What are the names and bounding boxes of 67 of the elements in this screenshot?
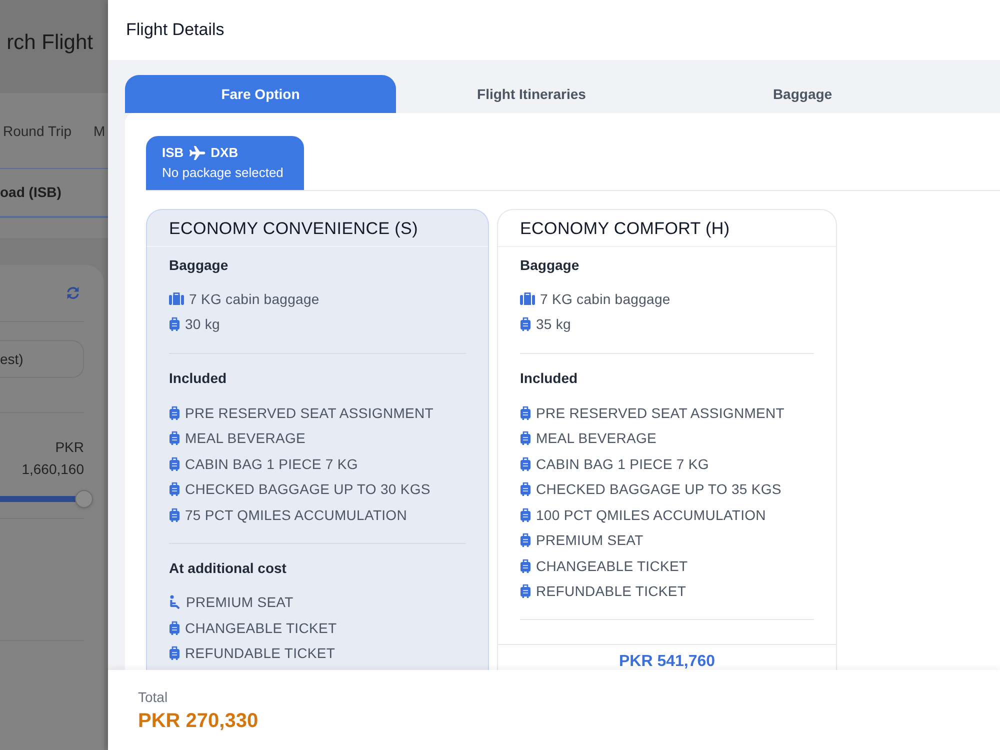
luggage-icon <box>169 646 180 660</box>
fare-feature: 30 kg <box>185 315 220 334</box>
refresh-icon <box>66 286 80 300</box>
luggage-icon <box>520 533 531 548</box>
fare-card[interactable] <box>146 209 489 670</box>
suitcase-icon <box>520 292 535 306</box>
fare-feature: MEAL BEVERAGE <box>185 429 306 448</box>
section-heading: Baggage <box>520 256 580 275</box>
luggage-icon <box>520 482 531 496</box>
fare-feature: PRE RESERVED SEAT ASSIGNMENT <box>536 404 784 422</box>
luggage-icon <box>520 317 531 332</box>
trip-type-tab[interactable]: M <box>93 122 106 140</box>
fare-feature: MEAL BEVERAGE <box>536 429 656 448</box>
section-heading: Baggage <box>169 256 230 275</box>
slider-thumb[interactable] <box>75 490 93 508</box>
fare-feature: 7 KG cabin baggage <box>189 290 320 308</box>
price-value: 1,660,160 <box>20 460 84 479</box>
luggage-icon <box>520 456 531 471</box>
suitcase-icon <box>169 292 184 306</box>
fare-feature: PREMIUM SEAT <box>186 593 294 612</box>
luggage-icon <box>520 431 531 446</box>
section-heading: At additional cost <box>169 558 288 578</box>
fare-feature: REFUNDABLE TICKET <box>536 582 686 600</box>
tab[interactable]: Flight Itineraries <box>396 75 667 113</box>
fare-feature: PRE RESERVED SEAT ASSIGNMENT <box>185 404 434 422</box>
segment-tab[interactable]: ISB DXB No package selected <box>146 136 304 190</box>
airplane-icon <box>188 146 206 160</box>
fare-feature: CHANGEABLE TICKET <box>536 556 688 575</box>
slider-track[interactable] <box>0 490 93 508</box>
tab[interactable]: Baggage <box>667 75 938 113</box>
luggage-icon <box>169 406 180 420</box>
trip-type-tab[interactable]: Round Trip <box>3 122 72 140</box>
fare-name: ECONOMY CONVENIENCE (S) <box>169 219 419 238</box>
luggage-icon <box>169 317 180 332</box>
fare-feature: CABIN BAG 1 PIECE 7 KG <box>536 454 709 473</box>
luggage-icon <box>520 406 531 420</box>
luggage-icon <box>169 508 180 522</box>
fare-feature: CHECKED BAGGAGE UP TO 30 KGS <box>185 480 430 498</box>
luggage-icon <box>520 508 531 522</box>
fare-feature: PREMIUM SEAT <box>536 531 644 550</box>
total-label: Total <box>138 688 168 706</box>
fare-feature: CHECKED BAGGAGE UP TO 35 KGS <box>536 480 782 498</box>
section-heading: Included <box>169 369 228 388</box>
luggage-icon <box>169 620 180 635</box>
fare-feature: REFUNDABLE TICKET <box>185 644 336 662</box>
fare-feature: 7 KG cabin baggage <box>540 290 670 308</box>
fare-feature: CHANGEABLE TICKET <box>185 618 337 637</box>
currency-label: PKR <box>54 438 84 457</box>
fare-price: PKR 541,760 <box>618 654 716 670</box>
page-title: rch Flight <box>6 30 93 56</box>
tab[interactable]: Fare Option <box>125 75 396 113</box>
fare-name: ECONOMY COMFORT (H) <box>520 219 731 238</box>
luggage-icon <box>169 456 180 471</box>
fare-feature: 100 PCT QMILES ACCUMULATION <box>536 506 766 524</box>
fare-feature: 35 kg <box>536 315 571 334</box>
luggage-icon <box>520 584 531 598</box>
luggage-icon <box>169 431 180 446</box>
fare-feature: 75 PCT QMILES ACCUMULATION <box>185 506 407 524</box>
section-heading: Included <box>520 369 579 388</box>
fare-feature: CABIN BAG 1 PIECE 7 KG <box>185 454 358 473</box>
fare-card[interactable] <box>497 209 837 670</box>
total-amount: PKR 270,330 <box>138 709 258 733</box>
luggage-icon <box>520 558 531 573</box>
drawer-title: Flight Details <box>126 19 224 41</box>
sort-field[interactable]: est) <box>0 340 84 378</box>
seat-icon <box>169 595 181 610</box>
luggage-icon <box>169 482 180 496</box>
